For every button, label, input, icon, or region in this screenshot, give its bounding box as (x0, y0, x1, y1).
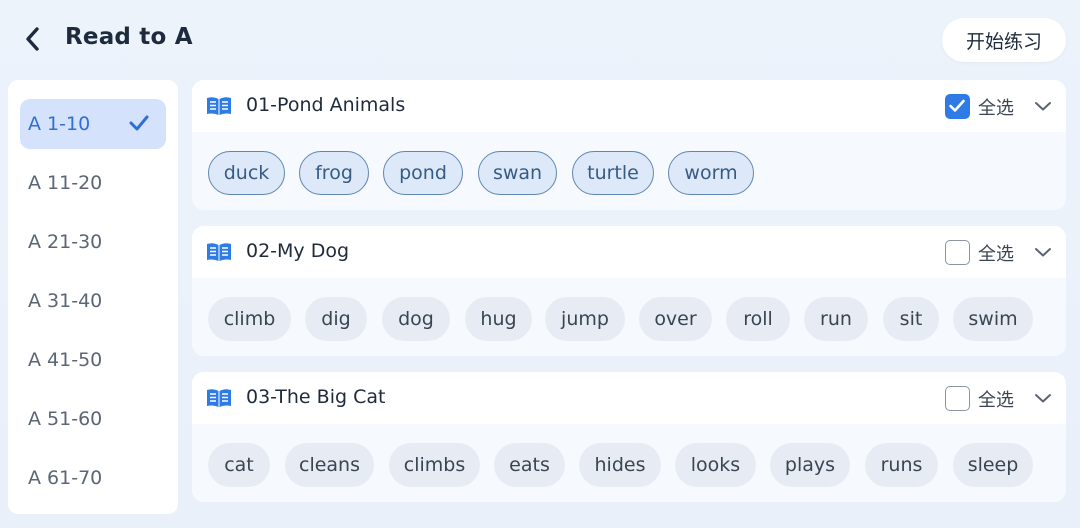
select-all-label[interactable]: 全选 (978, 240, 1014, 266)
sidebar: A 1-10 A 11-20 A 21-30 A 31-40 A 41-50 A… (8, 80, 178, 514)
word-chip[interactable]: hug (465, 297, 532, 341)
card-body: cat cleans climbs eats hides looks plays… (192, 424, 1066, 502)
word-chip[interactable]: jump (545, 297, 625, 341)
sidebar-item-a41-50[interactable]: A 41-50 (20, 335, 166, 385)
sidebar-item-a21-30[interactable]: A 21-30 (20, 217, 166, 267)
select-all-label[interactable]: 全选 (978, 94, 1014, 120)
lesson-card-3: 03-The Big Cat 全选 cat cleans climbs eats… (192, 372, 1066, 502)
card-header: 03-The Big Cat 全选 (192, 372, 1066, 424)
check-icon (129, 115, 149, 131)
word-chip[interactable]: dog (382, 297, 450, 341)
sidebar-item-label: A 51-60 (28, 408, 103, 430)
chevron-down-icon[interactable] (1034, 245, 1052, 259)
word-chip[interactable]: worm (668, 151, 754, 195)
sidebar-item-label: A 21-30 (28, 231, 103, 253)
word-chips: climb dig dog hug jump over roll run sit… (208, 297, 1066, 341)
start-practice-button[interactable]: 开始练习 (942, 18, 1066, 62)
word-chip[interactable]: run (804, 297, 868, 341)
word-chip[interactable]: frog (299, 151, 369, 195)
card-title: 02-My Dog (246, 240, 350, 262)
word-chip[interactable]: sleep (953, 443, 1033, 487)
book-icon (207, 243, 231, 261)
sidebar-item-label: A 1-10 (28, 113, 91, 135)
word-chip[interactable]: plays (770, 443, 850, 487)
sidebar-item-a31-40[interactable]: A 31-40 (20, 276, 166, 326)
chevron-left-icon (26, 27, 39, 51)
page-title: Read to A (65, 24, 193, 50)
select-all-label[interactable]: 全选 (978, 386, 1014, 412)
card-header: 02-My Dog 全选 (192, 226, 1066, 278)
word-chip[interactable]: climbs (389, 443, 480, 487)
book-icon (207, 97, 231, 115)
word-chip[interactable]: cat (208, 443, 270, 487)
card-body: climb dig dog hug jump over roll run sit… (192, 278, 1066, 356)
back-button[interactable] (16, 22, 50, 56)
word-chips: cat cleans climbs eats hides looks plays… (208, 443, 1066, 487)
word-chip[interactable]: cleans (285, 443, 374, 487)
word-chip[interactable]: hides (579, 443, 661, 487)
word-chips: duck frog pond swan turtle worm (208, 151, 1066, 195)
select-all-checkbox[interactable] (945, 94, 970, 119)
sidebar-item-a61-70[interactable]: A 61-70 (20, 453, 166, 503)
word-chip[interactable]: swan (478, 151, 557, 195)
word-chip[interactable]: eats (494, 443, 565, 487)
sidebar-item-label: A 41-50 (28, 349, 103, 371)
sidebar-item-label: A 61-70 (28, 467, 103, 489)
word-chip[interactable]: climb (208, 297, 291, 341)
word-chip[interactable]: over (639, 297, 712, 341)
card-title: 03-The Big Cat (246, 386, 386, 408)
sidebar-item-label: A 11-20 (28, 172, 103, 194)
word-chip[interactable]: roll (726, 297, 790, 341)
word-chip[interactable]: duck (208, 151, 285, 195)
check-icon (949, 99, 965, 112)
card-body: duck frog pond swan turtle worm (192, 132, 1066, 210)
lesson-card-2: 02-My Dog 全选 climb dig dog hug jump over… (192, 226, 1066, 356)
word-chip[interactable]: swim (953, 297, 1033, 341)
word-chip[interactable]: looks (675, 443, 756, 487)
select-all-checkbox[interactable] (945, 386, 970, 411)
card-header: 01-Pond Animals 全选 (192, 80, 1066, 132)
sidebar-item-label: A 31-40 (28, 290, 103, 312)
sidebar-item-a11-20[interactable]: A 11-20 (20, 158, 166, 208)
word-chip[interactable]: runs (865, 443, 938, 487)
chevron-down-icon[interactable] (1034, 99, 1052, 113)
header: Read to A 开始练习 (0, 0, 1080, 80)
chevron-down-icon[interactable] (1034, 391, 1052, 405)
book-icon (207, 389, 231, 407)
word-chip[interactable]: sit (883, 297, 939, 341)
sidebar-item-a1-10[interactable]: A 1-10 (20, 99, 166, 149)
sidebar-item-a51-60[interactable]: A 51-60 (20, 394, 166, 444)
select-all-checkbox[interactable] (945, 240, 970, 265)
lesson-card-1: 01-Pond Animals 全选 duck frog pond swan t… (192, 80, 1066, 210)
word-chip[interactable]: turtle (572, 151, 654, 195)
card-title: 01-Pond Animals (246, 94, 406, 116)
word-chip[interactable]: pond (383, 151, 463, 195)
word-chip[interactable]: dig (305, 297, 367, 341)
